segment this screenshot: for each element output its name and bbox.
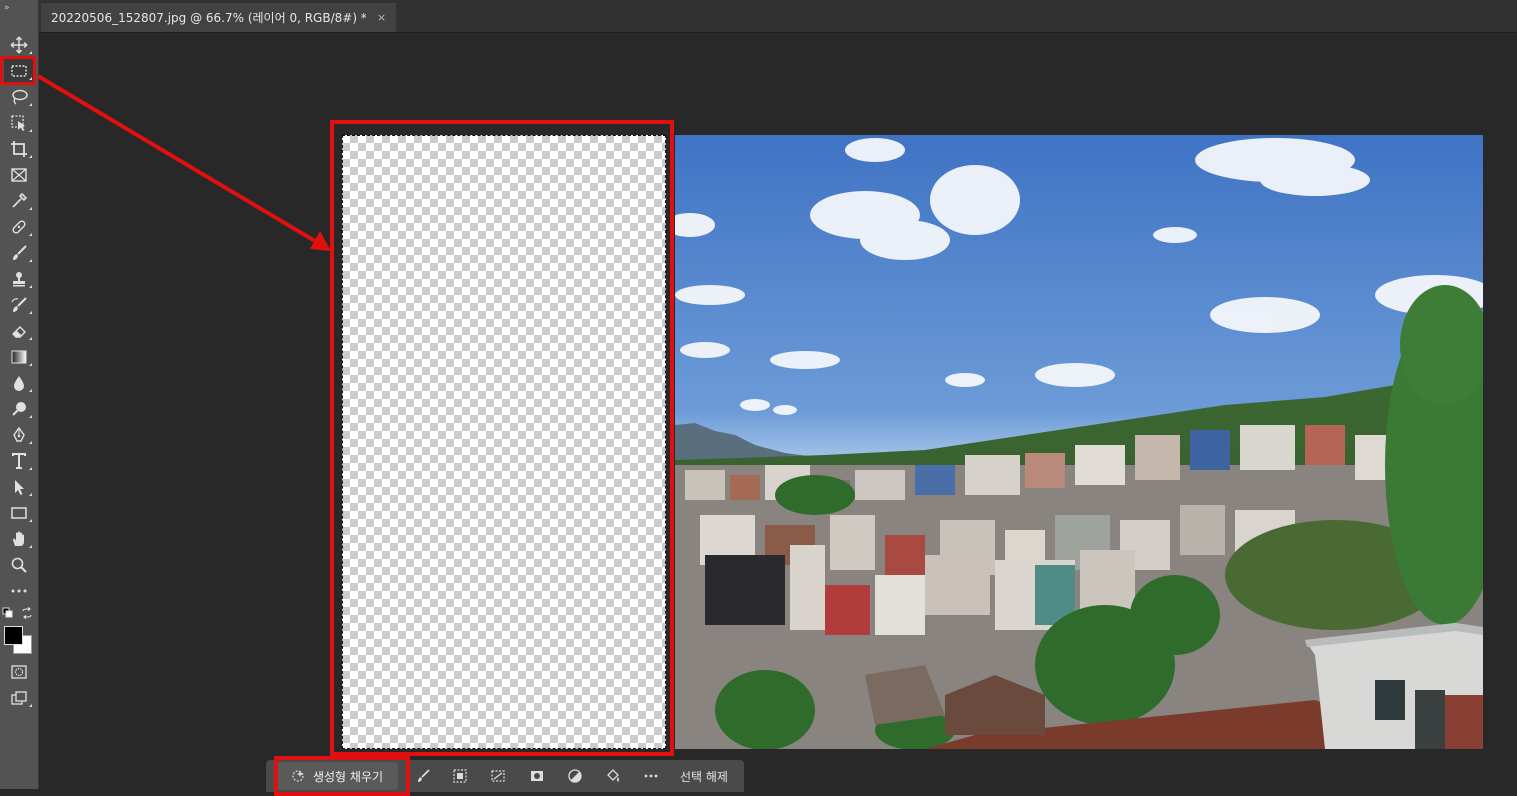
close-icon[interactable]: ×: [377, 11, 386, 24]
mask-button[interactable]: [526, 766, 548, 786]
type-icon: [12, 453, 26, 469]
eyedropper-icon: [12, 192, 28, 208]
stamp-icon: [13, 272, 25, 287]
document-tab-title: 20220506_152807.jpg @ 66.7% (레이어 0, RGB/…: [51, 11, 367, 25]
eraser-tool[interactable]: [4, 319, 34, 343]
screen-mode-button[interactable]: [4, 686, 34, 710]
history-brush-icon: [11, 297, 27, 312]
arrow-select-icon: [15, 480, 24, 495]
quick-mask-button[interactable]: [4, 660, 34, 684]
swap-colors-icon[interactable]: [21, 607, 33, 619]
bandage-icon: [12, 220, 26, 234]
type-tool[interactable]: [4, 449, 34, 473]
gradient-icon: [11, 350, 27, 364]
default-colors-icon[interactable]: [2, 607, 14, 619]
path-selection-tool[interactable]: [4, 475, 34, 499]
foreground-color-swatch[interactable]: [4, 626, 23, 645]
blur-tool[interactable]: [4, 371, 34, 395]
frame-tool[interactable]: [4, 163, 34, 187]
drop-icon: [14, 376, 24, 391]
move-tool[interactable]: [4, 33, 34, 57]
transform-selection-icon: [491, 770, 505, 782]
hand-icon: [13, 531, 24, 546]
gradient-tool[interactable]: [4, 345, 34, 369]
transform-selection-button[interactable]: [487, 766, 509, 786]
object-select-icon: [11, 115, 25, 131]
brush-tool[interactable]: [4, 241, 34, 265]
more-options-button[interactable]: [640, 766, 662, 786]
more-tools[interactable]: [4, 579, 34, 603]
object-selection-tool[interactable]: [4, 111, 34, 135]
fill-icon: [607, 769, 619, 782]
crop-tool[interactable]: [4, 137, 34, 161]
mask-icon: [531, 771, 543, 781]
brush-icon: [13, 245, 27, 260]
screen-mode-icon: [11, 691, 27, 705]
lasso-tool[interactable]: [4, 85, 34, 109]
zoom-icon: [11, 557, 27, 573]
annotation-highlight-selection: [330, 120, 674, 756]
panel-grip[interactable]: »: [4, 3, 34, 19]
fill-button[interactable]: [602, 766, 624, 786]
crop-icon: [11, 141, 27, 157]
pen-icon: [13, 426, 25, 442]
photo-layer: [675, 135, 1483, 749]
clone-stamp-tool[interactable]: [4, 267, 34, 291]
dodge-tool[interactable]: [4, 397, 34, 421]
dodge-icon: [12, 402, 26, 416]
modify-selection-button[interactable]: [413, 766, 435, 786]
annotation-highlight-marquee-tool: [0, 56, 36, 85]
more-icon: [644, 774, 658, 778]
cityscape-photo: [675, 135, 1483, 749]
deselect-button[interactable]: 선택 해제: [680, 760, 728, 792]
modify-selection-icon: [418, 769, 430, 782]
history-brush-tool[interactable]: [4, 293, 34, 317]
rectangle-icon: [11, 507, 27, 519]
eyedropper-tool[interactable]: [4, 189, 34, 213]
quick-mask-icon: [11, 665, 27, 679]
select-subject-icon: [453, 769, 467, 783]
eraser-icon: [12, 326, 26, 338]
move-icon: [10, 36, 28, 54]
annotation-highlight-generative-fill: [274, 756, 410, 796]
adjustment-icon: [568, 769, 582, 783]
select-subject-button[interactable]: [449, 766, 471, 786]
lasso-icon: [12, 89, 28, 105]
frame-icon: [11, 168, 27, 182]
hand-tool[interactable]: [4, 527, 34, 551]
healing-brush-tool[interactable]: [4, 215, 34, 239]
rectangle-tool[interactable]: [4, 501, 34, 525]
document-tab[interactable]: 20220506_152807.jpg @ 66.7% (레이어 0, RGB/…: [41, 3, 397, 32]
pen-tool[interactable]: [4, 423, 34, 447]
adjustment-button[interactable]: [564, 766, 586, 786]
document-tab-bar: 20220506_152807.jpg @ 66.7% (레이어 0, RGB/…: [39, 0, 1517, 33]
zoom-tool[interactable]: [4, 553, 34, 577]
ellipsis-icon: [11, 589, 27, 593]
tools-panel: »: [0, 0, 39, 789]
